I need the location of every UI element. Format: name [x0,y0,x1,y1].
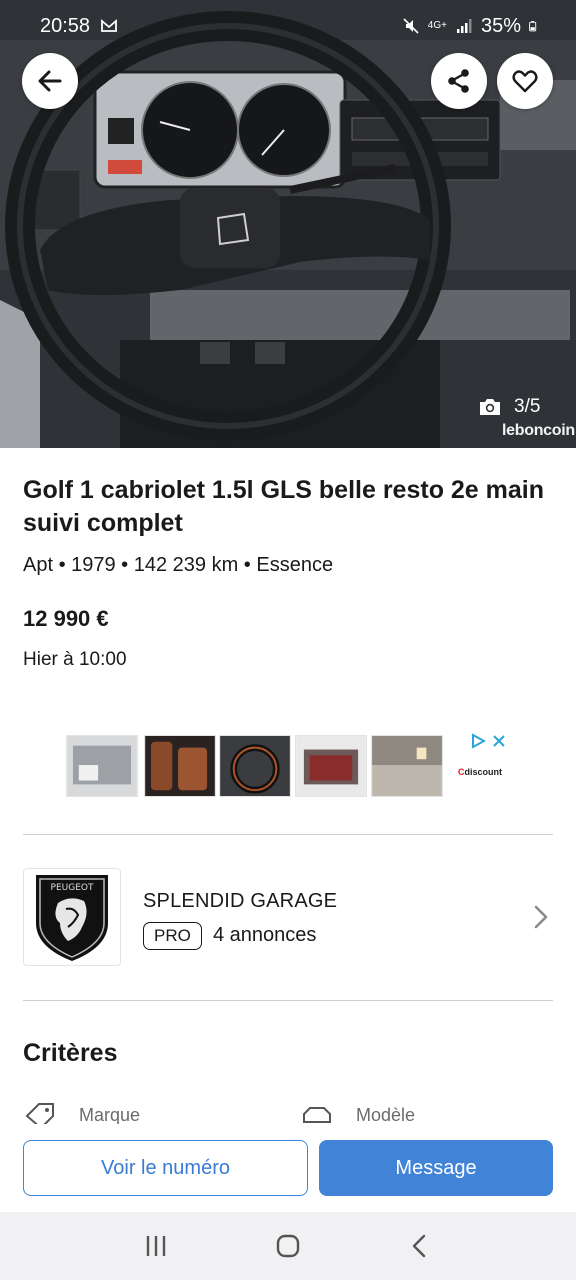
pro-badge: PRO [143,922,202,950]
photo-counter-text: 3/5 [514,396,541,417]
ad-image[interactable] [144,735,216,797]
ad-banner[interactable]: Cdiscount [66,733,512,799]
network-type: 4G+ [427,20,447,31]
criteria-item-model: Modèle [300,1102,415,1124]
listing-price: 12 990 € [23,606,109,631]
back-button[interactable] [22,53,78,109]
system-nav-bar [0,1212,576,1280]
divider [23,1000,553,1001]
listing-date: Hier à 10:00 [23,649,127,670]
tag-icon [25,1103,54,1124]
seller-card[interactable]: PEUGEOT SPLENDID GARAGE PRO 4 annonces [23,868,553,968]
leboncoin-watermark: leboncoin [502,422,575,439]
recent-apps-icon [146,1236,166,1256]
ad-image[interactable] [295,735,367,797]
recent-apps-button[interactable] [136,1226,176,1266]
home-icon [276,1234,300,1258]
criteria-list: Marque Modèle [0,1096,576,1124]
gmail-icon [101,19,117,32]
criteria-item-brand: Marque [23,1102,140,1124]
listing-photo[interactable] [0,0,576,448]
divider [23,834,553,835]
mute-icon [403,18,419,34]
share-icon [448,69,469,93]
ad-brand-logo: Cdiscount [458,767,502,777]
seller-name[interactable]: SPLENDID GARAGE [143,890,337,913]
ad-controls [470,733,506,749]
ad-image[interactable] [371,735,443,797]
camera-icon [480,399,500,415]
back-arrow-icon [38,70,62,92]
car-icon [303,1107,331,1123]
listing-specs: Apt • 1979 • 142 239 km • Essence [23,554,334,576]
home-button[interactable] [268,1226,308,1266]
status-bar: 20:58 4G+ 35% [0,0,576,52]
criteria-label: Modèle [356,1104,416,1125]
battery-icon [529,21,537,32]
show-number-button[interactable]: Voir le numéro [23,1140,308,1196]
ad-image[interactable] [66,735,138,797]
battery-level: 35% [480,14,521,37]
ad-image[interactable] [219,735,291,797]
criteria-title: Critères [23,1039,118,1067]
photo-gallery[interactable]: 20:58 4G+ 35% 3/5 leboncoin [0,0,576,448]
share-button[interactable] [431,53,487,109]
clock: 20:58 [40,14,91,37]
criteria-label: Marque [79,1104,141,1125]
seller-logo[interactable]: PEUGEOT [23,868,121,966]
action-bar: Voir le numéro Message [0,1124,576,1212]
seller-ads-count: 4 annonces [213,924,317,946]
chevron-right-icon[interactable] [531,904,551,930]
listing-title: Golf 1 cabriolet 1.5l GLS belle resto 2e… [23,476,545,537]
adchoices-icon[interactable] [470,733,486,749]
message-button[interactable]: Message [319,1140,553,1196]
favorite-button[interactable] [497,53,553,109]
system-back-button[interactable] [400,1226,440,1266]
signal-icon [456,19,472,33]
photo-counter: 3/5 [478,396,540,418]
close-icon[interactable] [492,734,506,748]
chevron-left-icon [412,1234,426,1258]
seller-logo-text: PEUGEOT [51,883,94,893]
heart-icon [512,70,538,93]
